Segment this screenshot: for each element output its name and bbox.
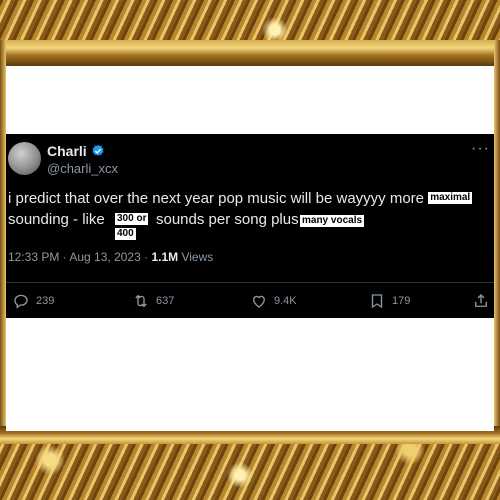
display-name[interactable]: Charli <box>47 143 87 159</box>
repost-icon <box>135 294 147 308</box>
bookmark-button[interactable]: 179 <box>368 292 410 310</box>
frame-inner-edge-top <box>0 40 500 66</box>
text-sticker-400: 400 <box>115 228 136 240</box>
reply-button[interactable]: 239 <box>12 292 54 310</box>
like-button[interactable]: 9.4K <box>250 292 297 310</box>
like-count: 9.4K <box>274 295 297 307</box>
reply-icon <box>14 294 28 309</box>
verified-badge-icon <box>91 144 105 158</box>
tweet-meta: 12:33 PM · Aug 13, 2023 · 1.1M Views <box>8 250 213 264</box>
share-button[interactable] <box>472 292 490 310</box>
tweet-text-line-1: i predict that over the next year pop mu… <box>8 190 473 207</box>
text-sticker-many-vocals: many vocals <box>300 215 365 227</box>
action-bar: 239 637 9.4K 179 <box>6 288 494 312</box>
reply-count: 239 <box>36 295 55 307</box>
text-sticker-maximal: maximal <box>428 192 473 205</box>
tweet-card[interactable]: Charli @charli_xcx ··· i predict that ov… <box>6 134 494 318</box>
bookmark-icon <box>371 294 383 309</box>
divider <box>6 282 494 283</box>
repost-count: 637 <box>156 295 175 307</box>
tweet-text-line-2-start: sounding - like <box>8 211 105 228</box>
avatar[interactable] <box>8 142 41 175</box>
heart-icon <box>253 295 265 308</box>
share-icon <box>475 294 487 307</box>
matte-board: Charli @charli_xcx ··· i predict that ov… <box>6 66 494 431</box>
bookmark-count: 179 <box>392 295 411 307</box>
repost-button[interactable]: 637 <box>132 292 174 310</box>
views-count: 1.1M <box>151 250 179 264</box>
timestamp[interactable]: 12:33 PM · Aug 13, 2023 · <box>8 250 151 264</box>
more-options-icon[interactable]: ··· <box>471 140 490 158</box>
tweet-text-line-2-mid: sounds per song plus <box>156 211 299 228</box>
author-row: Charli <box>47 143 105 159</box>
author-handle[interactable]: @charli_xcx <box>47 161 118 176</box>
frame-inner-edge-right <box>494 40 500 444</box>
text-sticker-300: 300 or <box>115 213 149 225</box>
views-label: Views <box>178 250 214 264</box>
tweet-text-segment: i predict that over the next year pop mu… <box>8 190 425 207</box>
